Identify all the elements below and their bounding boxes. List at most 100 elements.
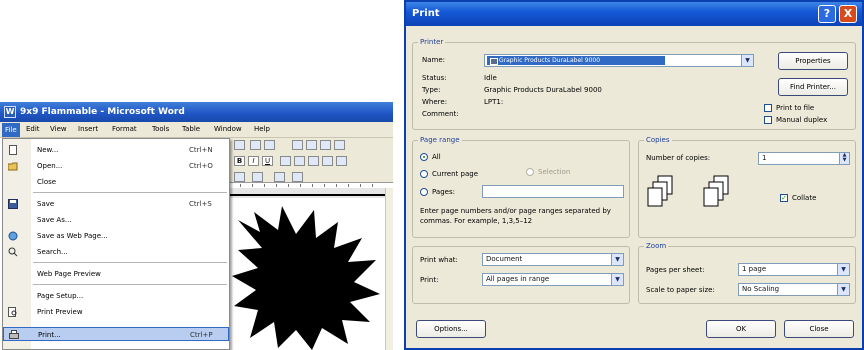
print-what-select[interactable]: Document ▼ [482,253,624,266]
print-dialog-title: Print [412,8,440,19]
menu-tools[interactable]: Tools [152,125,169,133]
chevron-down-icon[interactable]: ▼ [741,55,753,66]
flame-graphic [230,198,385,350]
scale-to-paper-size-label: Scale to paper size: [646,286,715,294]
align-right-icon[interactable] [308,156,319,166]
underline-icon[interactable]: U [262,156,273,166]
columns-icon[interactable] [334,140,345,150]
printer-icon [490,58,498,65]
save-icon [8,199,18,209]
print-to-file-label: Print to file [776,104,815,112]
printer-icon [9,330,19,340]
where-label: Where: [422,98,448,106]
justify-icon[interactable] [322,156,333,166]
menu-insert[interactable]: Insert [78,125,98,133]
where-value: LPT1: [484,98,504,106]
spin-arrows-icon[interactable]: ▲ ▼ [839,153,849,164]
word-menu-bar: File Edit View Insert Format Tools Table… [0,122,393,138]
type-value: Graphic Products DuraLabel 9000 [484,86,602,94]
tables-icon[interactable] [306,140,317,150]
menu-file[interactable]: File [2,123,20,137]
pages-label: Pages: [432,188,455,196]
vertical-scrollbar[interactable] [385,188,393,350]
file-menu: New... Ctrl+N Open... Ctrl+O Close Save … [2,138,230,350]
current-page-radio[interactable] [420,170,428,178]
menu-edit[interactable]: Edit [26,125,40,133]
formatting-toolbar: B I U [230,154,393,168]
menu-window[interactable]: Window [214,125,242,133]
paste-icon[interactable] [234,140,245,150]
ok-button[interactable]: OK [706,320,776,338]
all-pages-radio[interactable] [420,153,428,161]
redo-icon[interactable] [264,140,275,150]
print-select[interactable]: All pages in range ▼ [482,273,624,286]
print-dialog: Print ? X Printer Name: Graphic Products… [404,0,864,350]
word-app-icon: W [4,106,16,118]
menu-item-web-page-preview[interactable]: Web Page Preview [3,267,229,281]
close-icon[interactable]: X [839,5,857,23]
chevron-down-icon[interactable]: ▼ [837,264,849,275]
page-edge [230,194,385,196]
shapes-icon[interactable] [252,172,263,182]
menu-view[interactable]: View [50,125,67,133]
menu-item-search[interactable]: Search... [3,245,229,259]
printer-name-selected: Graphic Products DuraLabel 9000 [487,56,665,65]
number-of-copies-input[interactable]: 1 ▲ ▼ [758,152,850,165]
fill-color-icon[interactable] [292,172,303,182]
uncollated-copies-icon [647,175,673,207]
properties-button[interactable]: Properties [778,52,848,70]
printer-name-select[interactable]: Graphic Products DuraLabel 9000 ▼ [484,54,754,67]
menu-item-save-as-web-page[interactable]: Save as Web Page... [3,229,229,243]
chevron-down-icon[interactable]: ▼ [611,274,623,285]
menu-item-new[interactable]: New... Ctrl+N [3,143,229,157]
image-icon[interactable] [274,172,285,182]
pages-per-sheet-select[interactable]: 1 page ▼ [738,263,850,276]
search-icon [8,247,18,257]
print-what-label: Print what: [420,256,458,264]
draw-icon[interactable] [234,172,245,182]
chevron-down-icon[interactable]: ▼ [837,284,849,295]
help-button[interactable]: ? [818,5,836,23]
pages-input[interactable] [482,185,624,198]
align-left-icon[interactable] [280,156,291,166]
menu-item-print-preview[interactable]: Print Preview [3,305,229,319]
word-window: W 9x9 Flammable - Microsoft Word File Ed… [0,102,393,350]
menu-item-open[interactable]: Open... Ctrl+O [3,159,229,173]
page-range-hint: Enter page numbers and/or page ranges se… [420,207,611,225]
word-toolbars: B I U [230,138,393,188]
close-button[interactable]: Close [784,320,854,338]
menu-table[interactable]: Table [182,125,200,133]
menu-item-save[interactable]: Save Ctrl+S [3,197,229,211]
menu-item-page-setup[interactable]: Page Setup... [3,289,229,303]
menu-help[interactable]: Help [254,125,270,133]
find-printer-button[interactable]: Find Printer... [778,78,848,96]
undo-icon[interactable] [250,140,261,150]
collated-copies-icon [703,175,729,207]
options-button[interactable]: Options... [416,320,486,338]
italic-icon[interactable]: I [248,156,259,166]
zoom-group-title: Zoom [644,242,669,250]
insert-table-icon[interactable] [320,140,331,150]
align-center-icon[interactable] [294,156,305,166]
status-label: Status: [422,74,447,82]
menu-item-save-as[interactable]: Save As... [3,213,229,227]
chevron-down-icon[interactable]: ▼ [611,254,623,265]
hyperlink-icon[interactable] [292,140,303,150]
menu-separator [33,284,227,285]
standard-toolbar [230,138,393,152]
print-to-file-checkbox[interactable] [764,104,772,112]
scale-to-paper-size-select[interactable]: No Scaling ▼ [738,283,850,296]
screenshot-root: W 9x9 Flammable - Microsoft Word File Ed… [0,0,864,350]
line-spacing-icon[interactable] [336,156,347,166]
status-value: Idle [484,74,497,82]
collate-checkbox[interactable]: ✓ [780,194,788,202]
menu-item-close[interactable]: Close [3,175,229,189]
comment-label: Comment: [422,110,459,118]
menu-format[interactable]: Format [112,125,137,133]
printer-group-title: Printer [418,38,446,46]
menu-item-print[interactable]: Print... Ctrl+P [3,327,229,341]
manual-duplex-checkbox[interactable] [764,116,772,124]
pages-radio[interactable] [420,188,428,196]
bold-icon[interactable]: B [234,156,245,166]
document-area[interactable] [230,188,393,350]
